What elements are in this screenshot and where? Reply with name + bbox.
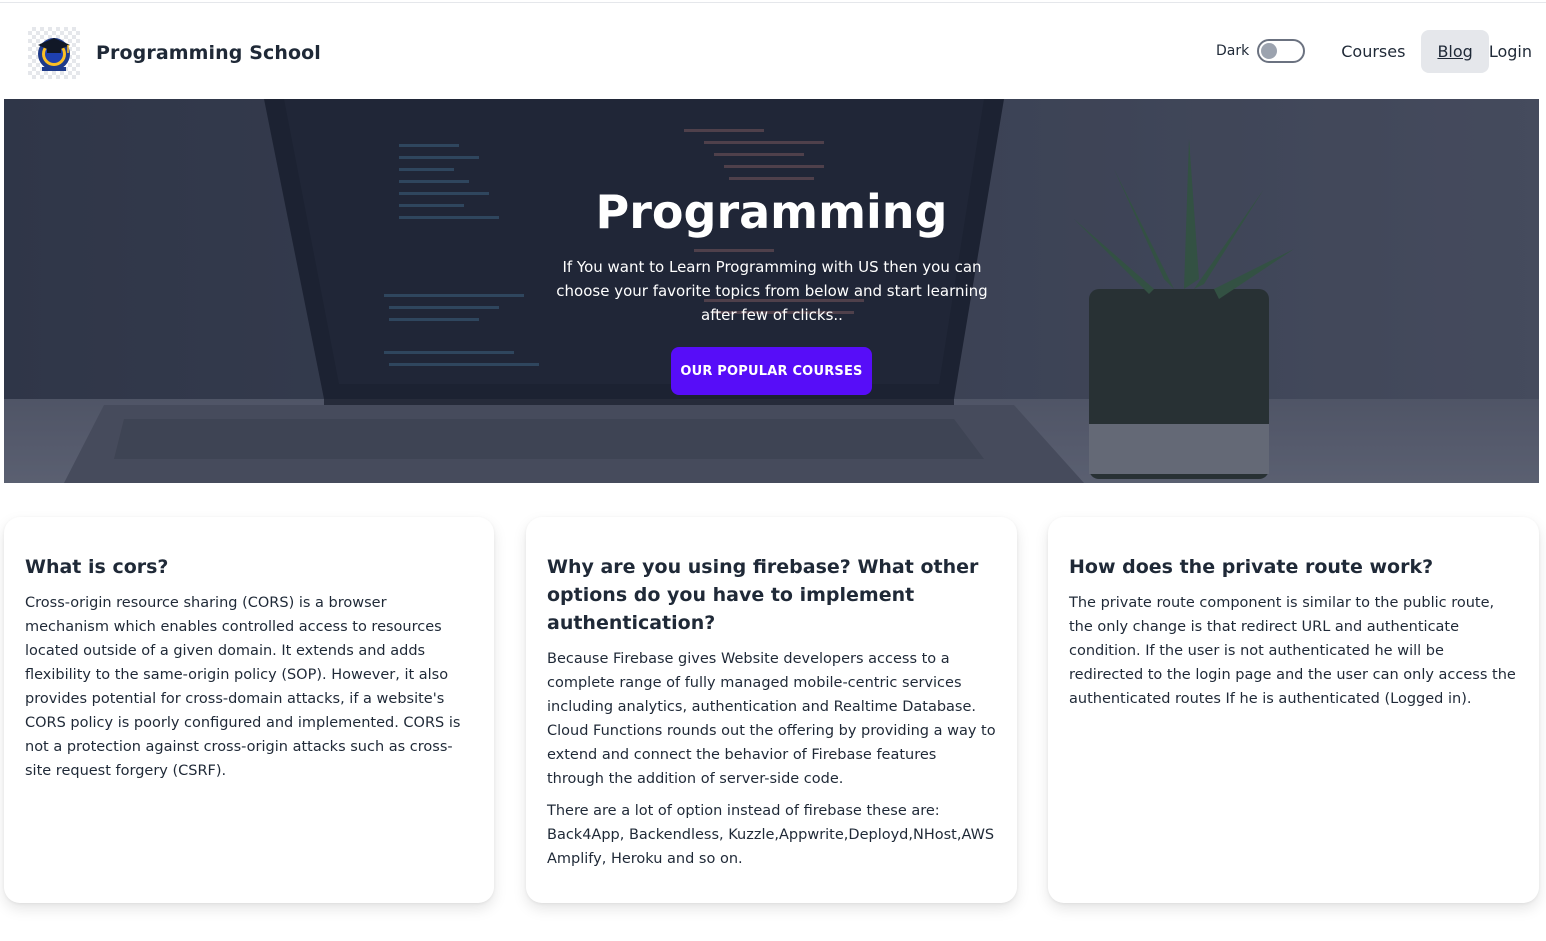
toggle-knob bbox=[1261, 43, 1278, 59]
faq-card-private-route: How does the private route work? The pri… bbox=[1048, 517, 1539, 903]
nav-courses-link[interactable]: Courses bbox=[1325, 30, 1421, 73]
nav-login-link[interactable]: Login bbox=[1489, 30, 1532, 73]
brand[interactable]: Programming School bbox=[28, 27, 321, 79]
navbar: Programming School Dark Courses Blog Log… bbox=[0, 3, 1546, 99]
card-title: How does the private route work? bbox=[1069, 556, 1434, 578]
popular-courses-button[interactable]: Our Popular Courses bbox=[671, 347, 872, 395]
nav-blog-link[interactable]: Blog bbox=[1421, 29, 1489, 73]
card-title: Why are you using firebase? What other o… bbox=[547, 556, 979, 634]
faq-card-cors: What is cors? Cross-origin resource shar… bbox=[4, 517, 494, 903]
card-title: What is cors? bbox=[25, 556, 169, 578]
hero-content: Programming If You want to Learn Program… bbox=[4, 99, 1539, 483]
card-paragraph: There are a lot of option instead of fir… bbox=[547, 803, 995, 867]
hero-banner: Programming If You want to Learn Program… bbox=[4, 99, 1539, 483]
hero-description: If You want to Learn Programming with US… bbox=[556, 258, 988, 324]
nav-menu: Dark Courses Blog Login bbox=[1216, 27, 1532, 75]
graduation-cap-logo-icon[interactable] bbox=[28, 27, 80, 79]
dark-mode-toggle[interactable] bbox=[1257, 39, 1306, 63]
card-paragraph: The private route component is similar t… bbox=[1069, 595, 1516, 707]
card-paragraph: Cross-origin resource sharing (CORS) is … bbox=[25, 595, 461, 779]
brand-name[interactable]: Programming School bbox=[96, 42, 321, 64]
card-paragraph: Because Firebase gives Website developer… bbox=[547, 651, 996, 787]
hero-title: Programming bbox=[595, 185, 948, 239]
faq-card-firebase: Why are you using firebase? What other o… bbox=[526, 517, 1017, 903]
dark-mode-label: Dark bbox=[1216, 43, 1250, 59]
